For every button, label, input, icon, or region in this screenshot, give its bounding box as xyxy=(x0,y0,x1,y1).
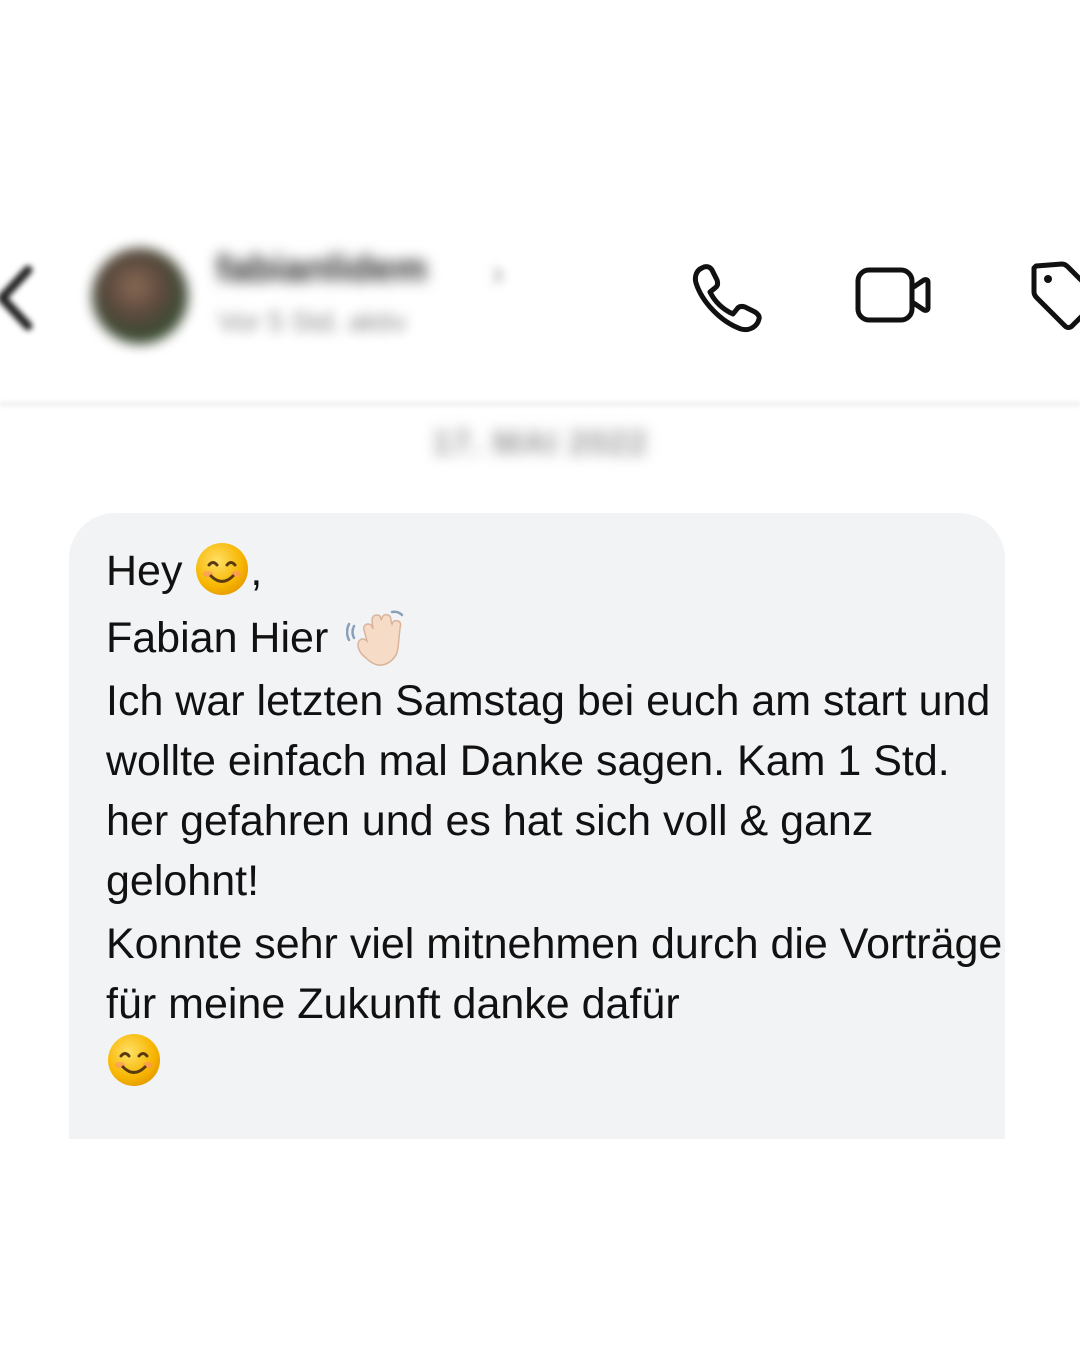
message-line-intro: Fabian Hier xyxy=(106,606,1006,670)
contact-name[interactable]: fabianlidem xyxy=(216,248,427,291)
message-paragraph-2: Konnte sehr viel mitnehmen durch die Vor… xyxy=(106,920,1003,1028)
waving-hand-emoji-icon xyxy=(346,610,404,666)
chevron-right-icon: › xyxy=(492,252,504,293)
greeting-comma: , xyxy=(250,547,263,595)
tag-button[interactable] xyxy=(1026,258,1080,338)
video-call-button[interactable] xyxy=(852,258,932,338)
dm-screen: fabianlidem › Vor 5 Std. aktiv 17. MAI 2… xyxy=(0,0,1080,1350)
chevron-left-icon xyxy=(0,265,33,331)
smiling-face-emoji-icon xyxy=(108,1034,160,1086)
avatar[interactable] xyxy=(92,248,188,344)
greeting-text: Hey xyxy=(106,547,183,595)
smiling-face-emoji-icon xyxy=(196,543,249,595)
call-button[interactable] xyxy=(688,258,768,338)
contact-status: Vor 5 Std. aktiv xyxy=(218,306,407,337)
video-camera-icon xyxy=(855,267,931,323)
intro-text: Fabian Hier xyxy=(106,614,329,662)
message-line-emoji xyxy=(106,1032,1006,1092)
phone-icon xyxy=(692,264,762,333)
message-paragraph-1: Ich war letzten Samstag bei euch am star… xyxy=(106,677,991,905)
message-line-greeting: Hey , xyxy=(106,541,1006,601)
back-button[interactable] xyxy=(0,258,42,338)
tag-icon xyxy=(1031,261,1080,330)
date-separator: 17. MAI 2022 xyxy=(431,424,649,462)
header-divider xyxy=(0,402,1080,406)
